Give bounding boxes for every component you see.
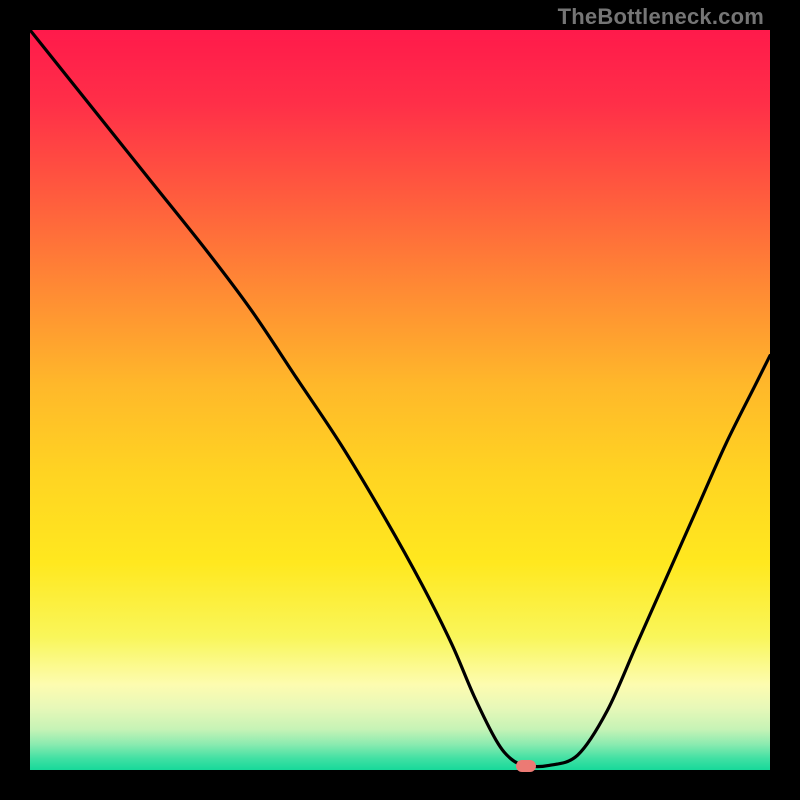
watermark-text: TheBottleneck.com <box>558 4 764 30</box>
plot-area <box>30 30 770 770</box>
bottleneck-line <box>30 30 770 770</box>
optimum-marker <box>516 760 536 772</box>
chart-frame: TheBottleneck.com <box>0 0 800 800</box>
